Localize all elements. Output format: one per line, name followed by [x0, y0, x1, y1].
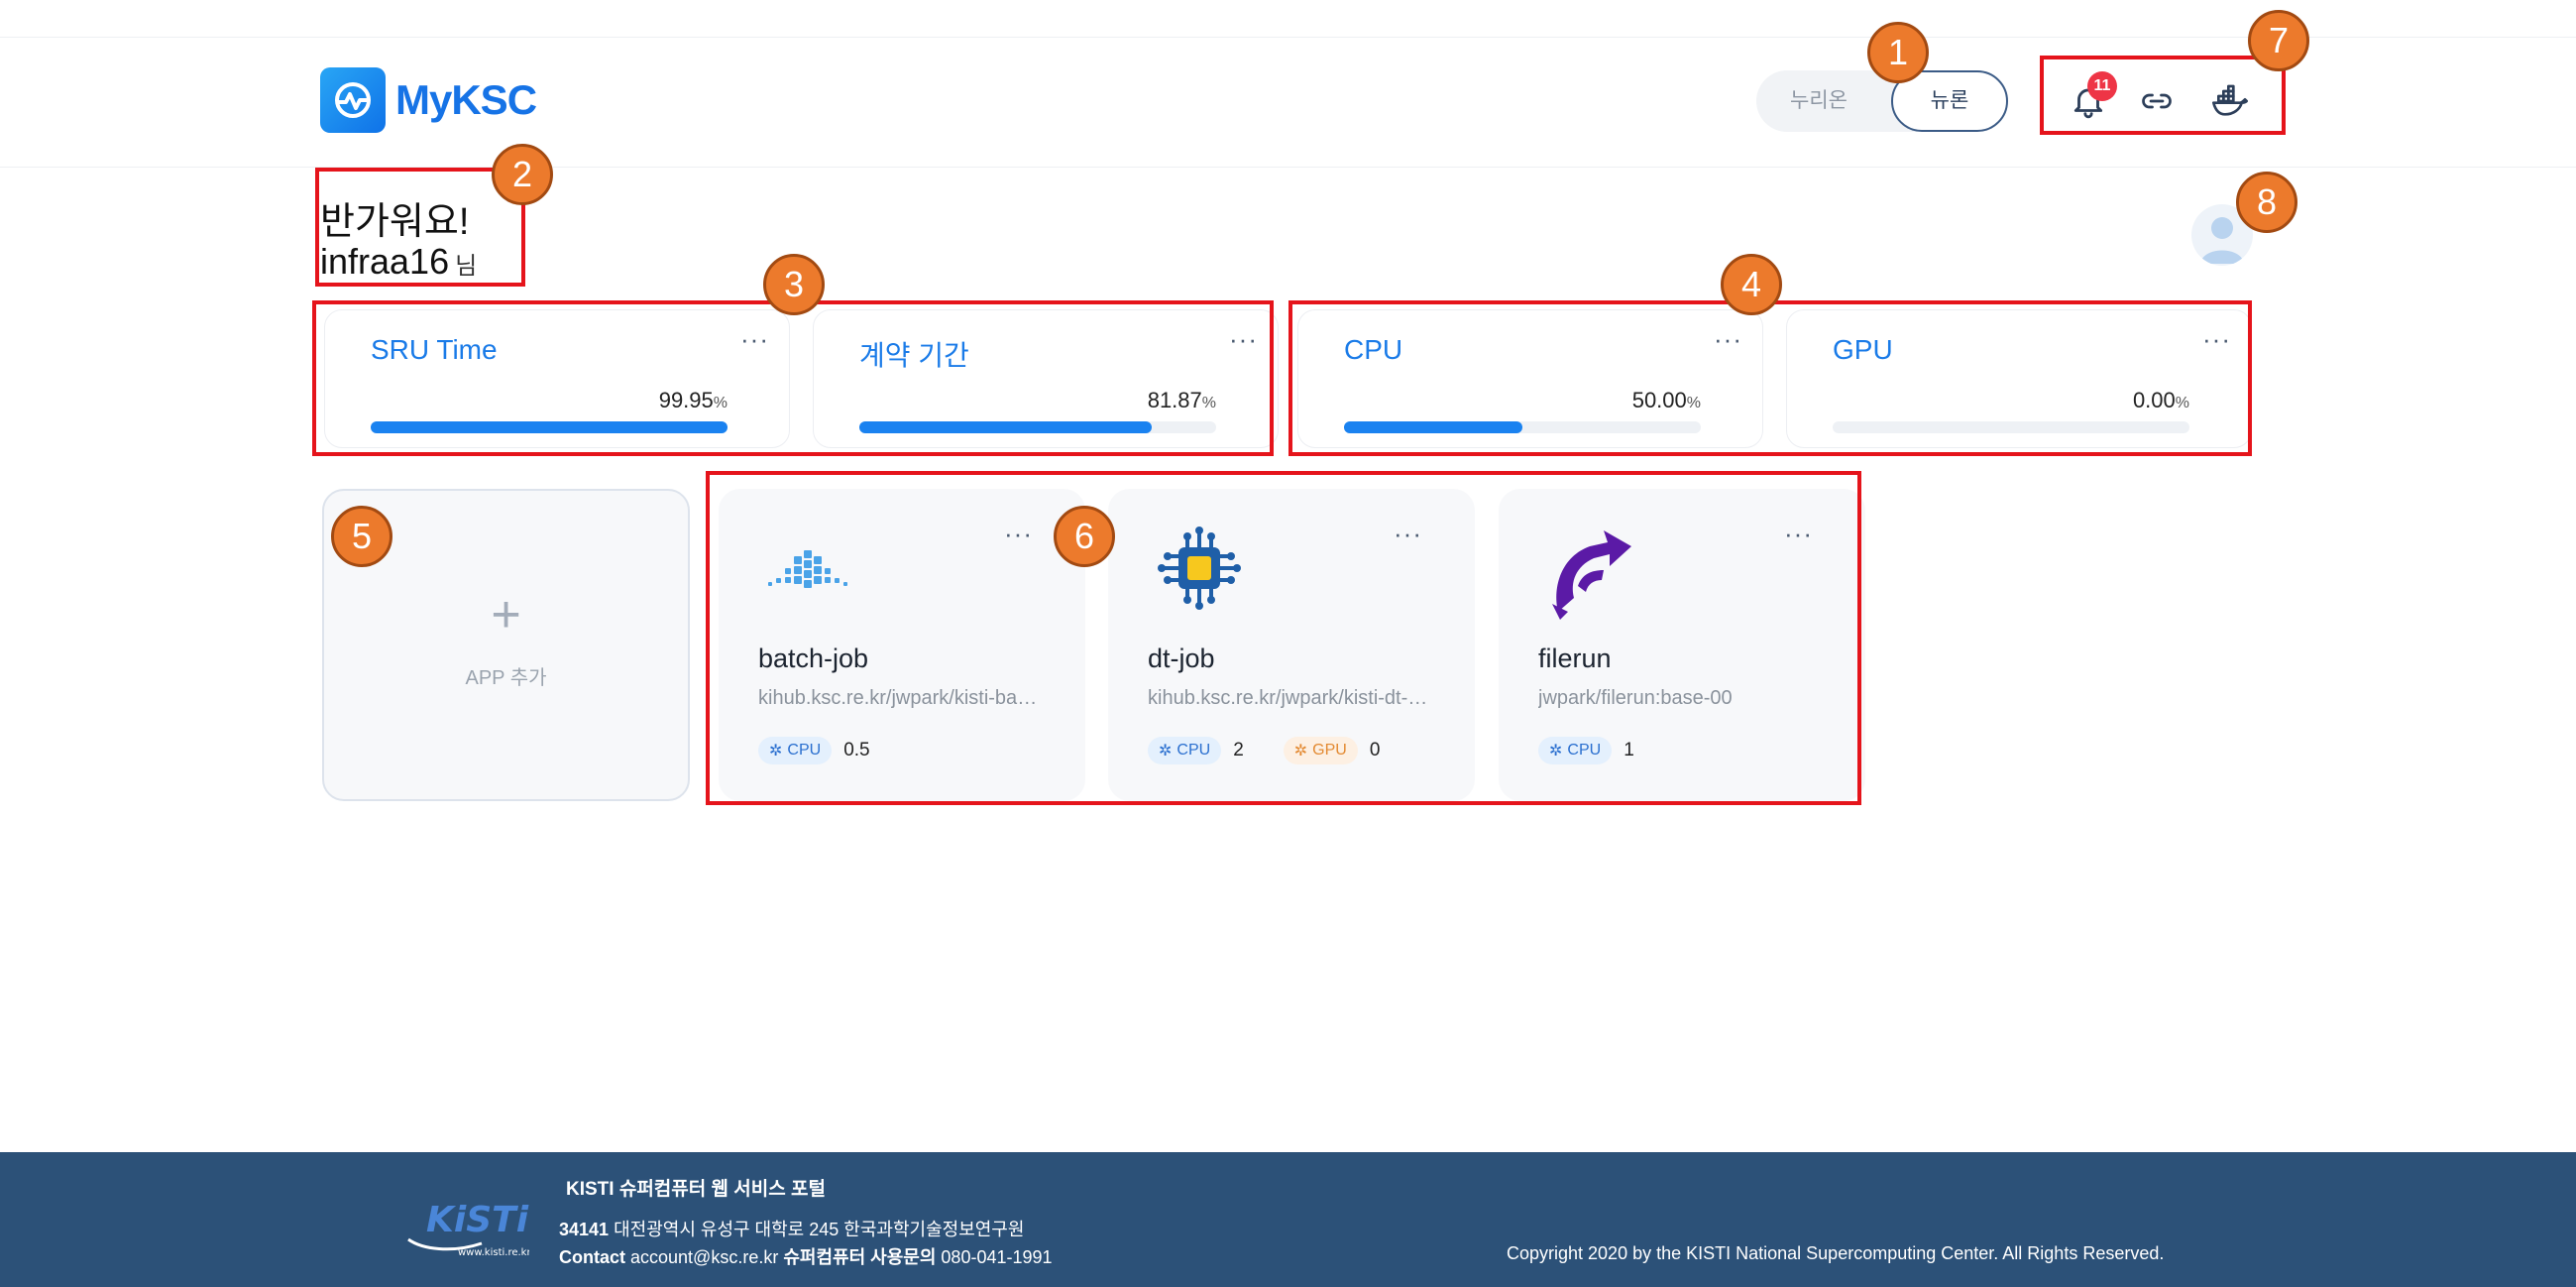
plus-icon: + — [491, 586, 521, 644]
annotation-marker-7: 7 — [2248, 10, 2309, 71]
app-logo[interactable]: MyKSC — [320, 67, 537, 133]
annotation-marker-6: 6 — [1054, 506, 1115, 567]
add-app-label: APP 추가 — [465, 667, 547, 689]
footer-title: KISTI 슈퍼컴퓨터 웹 서비스 포털 — [566, 1179, 826, 1200]
annotation-marker-8: 8 — [2236, 172, 2297, 233]
annotation-marker-1: 1 — [1867, 22, 1929, 83]
annotation-marker-3: 3 — [763, 254, 825, 315]
annotation-marker-2: 2 — [492, 144, 553, 205]
support-phone: 080-041-1991 — [941, 1247, 1053, 1267]
support-label: 슈퍼컴퓨터 사용문의 — [783, 1247, 937, 1267]
logo-text: MyKSC — [395, 76, 537, 123]
logo-mark-icon — [320, 67, 386, 133]
footer-address: 34141 대전광역시 유성구 대학로 245 한국과학기술정보연구원 — [559, 1216, 1024, 1241]
contact-label: Contact — [559, 1247, 625, 1267]
kisti-logo: KiSTi www.kisti.re.kr — [402, 1184, 531, 1263]
contact-email[interactable]: account@ksc.re.kr — [630, 1247, 778, 1267]
footer: KiSTi www.kisti.re.kr KISTI 슈퍼컴퓨터 웹 서비스 … — [0, 1152, 2576, 1287]
annotation-marker-4: 4 — [1721, 254, 1782, 315]
top-divider — [0, 37, 2576, 38]
footer-zip: 34141 — [559, 1220, 610, 1239]
kisti-logo-url: www.kisti.re.kr — [458, 1247, 529, 1258]
cluster-toggle[interactable]: 누리온 뉴론 — [1756, 70, 2008, 132]
annotation-box-resources — [1288, 300, 2252, 456]
footer-address-text: 대전광역시 유성구 대학로 245 한국과학기술정보연구원 — [614, 1220, 1025, 1239]
annotation-box-header-icons — [2040, 56, 2286, 135]
annotation-box-usage — [312, 300, 1274, 456]
kisti-logo-text: KiSTi — [426, 1200, 529, 1240]
toggle-option-nurion[interactable]: 누리온 — [1756, 70, 1881, 132]
footer-contact: Contact account@ksc.re.kr 슈퍼컴퓨터 사용문의 080… — [559, 1243, 1053, 1269]
annotation-box-apps — [706, 471, 1861, 805]
annotation-marker-5: 5 — [331, 506, 392, 567]
footer-copyright: Copyright 2020 by the KISTI National Sup… — [1507, 1243, 2165, 1263]
